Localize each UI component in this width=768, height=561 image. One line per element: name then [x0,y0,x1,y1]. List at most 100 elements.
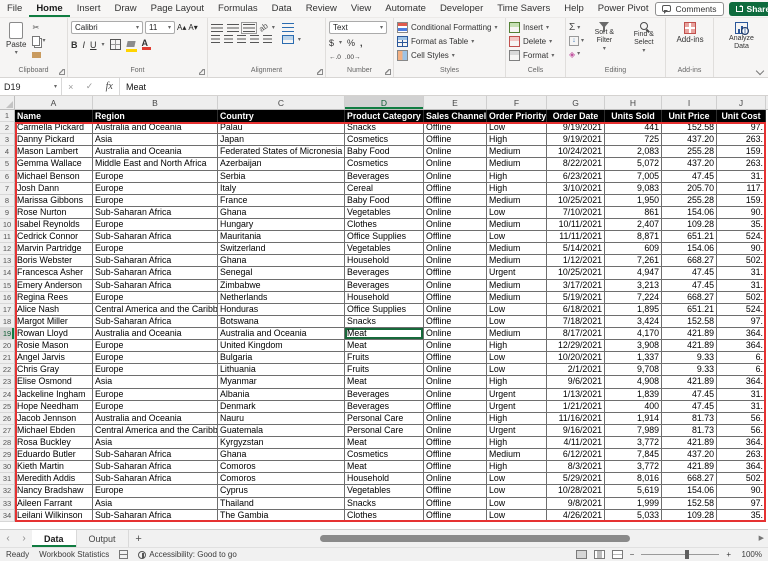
cell[interactable]: 6. [717,364,766,376]
cell[interactable]: 2/1/2021 [547,364,605,376]
align-center-icon[interactable] [224,35,233,43]
row-header-28[interactable]: 28 [0,437,15,449]
cell[interactable]: Elise Osmond [15,376,93,388]
cell[interactable]: Rosie Mason [15,340,93,352]
cell[interactable]: 8/22/2021 [547,158,605,170]
cell[interactable]: Medium [487,280,547,292]
cell[interactable]: Meat [345,328,424,340]
cell[interactable]: Marvin Partridge [15,243,93,255]
cell[interactable]: Baby Food [345,146,424,158]
cell[interactable]: Online [424,340,487,352]
cell[interactable]: 159. [717,195,766,207]
cell[interactable]: 7/18/2021 [547,316,605,328]
cell[interactable]: 81.73 [662,413,717,425]
sheet-tab-data[interactable]: Data [32,530,77,547]
cell[interactable]: 1,337 [605,352,662,364]
cell[interactable]: Gemma Wallace [15,158,93,170]
row-header-14[interactable]: 14 [0,267,15,279]
column-header-J[interactable]: J [717,96,766,109]
row-header-24[interactable]: 24 [0,389,15,401]
column-title[interactable]: Unit Price [662,110,717,122]
ribbon-tab-data[interactable]: Data [265,0,299,17]
cell[interactable]: Meat [345,437,424,449]
cell[interactable]: Online [424,280,487,292]
add-sheet-icon[interactable]: + [129,530,149,547]
cell[interactable]: Europe [93,292,218,304]
column-title[interactable]: Unit Cost [717,110,766,122]
cell[interactable]: 5,619 [605,485,662,497]
cell[interactable]: 263. [717,449,766,461]
cell[interactable]: Rosa Buckley [15,437,93,449]
cell[interactable]: 4/11/2021 [547,437,605,449]
cell[interactable]: Michael Benson [15,171,93,183]
cell[interactable]: 10/24/2021 [547,146,605,158]
cell[interactable]: 524. [717,231,766,243]
cell[interactable]: Offline [424,352,487,364]
cell[interactable]: Asia [93,437,218,449]
cell[interactable]: Sub-Saharan Africa [93,280,218,292]
sheet-view-icon[interactable] [119,550,128,559]
cell[interactable]: Comoros [218,461,345,473]
cell[interactable]: 31. [717,171,766,183]
cell[interactable]: 4,908 [605,376,662,388]
cell[interactable]: 502. [717,255,766,267]
cell[interactable]: 255.28 [662,146,717,158]
cell[interactable]: 1/21/2021 [547,401,605,413]
cell[interactable]: Beverages [345,280,424,292]
cell[interactable]: 609 [605,243,662,255]
zoom-slider-thumb[interactable] [685,550,689,559]
cell[interactable]: Boris Webster [15,255,93,267]
cell[interactable]: Online [424,255,487,267]
cell[interactable]: Urgent [487,389,547,401]
decrease-decimal-button[interactable]: .00→ [345,54,361,61]
cell[interactable]: 3,424 [605,316,662,328]
cell[interactable]: 421.89 [662,376,717,388]
cell[interactable]: Beverages [345,401,424,413]
cell[interactable]: Offline [424,498,487,510]
analyze-data-button[interactable]: AnalyzeData [726,21,757,52]
cell[interactable]: 421.89 [662,328,717,340]
cell[interactable]: Australia and Oceania [218,328,345,340]
cell[interactable]: Japan [218,134,345,146]
cell[interactable]: 651.21 [662,304,717,316]
cell[interactable]: Online [424,304,487,316]
row-header-22[interactable]: 22 [0,364,15,376]
row-header-30[interactable]: 30 [0,461,15,473]
row-header-3[interactable]: 3 [0,134,15,146]
cell[interactable]: Jacob Jennson [15,413,93,425]
font-size-combo[interactable]: 11▾ [145,21,175,34]
cell[interactable]: Personal Care [345,425,424,437]
cell[interactable]: Lithuania [218,364,345,376]
cell[interactable]: 9.33 [662,364,717,376]
cell[interactable]: 7,845 [605,449,662,461]
cell[interactable]: Meat [345,376,424,388]
cell[interactable]: Europe [93,352,218,364]
italic-button[interactable]: I [83,40,86,50]
cell[interactable]: Meat [345,340,424,352]
cell[interactable]: Household [345,255,424,267]
cell[interactable]: Central America and the Caribbean [93,304,218,316]
ribbon-tab-developer[interactable]: Developer [433,0,490,17]
column-title[interactable]: Region [93,110,218,122]
cell[interactable]: 7,005 [605,171,662,183]
cell[interactable]: Urgent [487,267,547,279]
insert-function-icon[interactable]: fx [106,81,113,92]
cell[interactable]: Offline [424,316,487,328]
row-header-27[interactable]: 27 [0,425,15,437]
cell[interactable]: 109.28 [662,219,717,231]
cell[interactable]: Clothes [345,510,424,522]
cell[interactable]: Cedrick Connor [15,231,93,243]
cell[interactable]: Emery Anderson [15,280,93,292]
cell[interactable]: 152.58 [662,316,717,328]
cell[interactable]: 9/19/2021 [547,134,605,146]
cell[interactable]: Low [487,316,547,328]
row-header-32[interactable]: 32 [0,485,15,497]
cell[interactable]: 3/10/2021 [547,183,605,195]
cell[interactable]: 8,016 [605,473,662,485]
cell[interactable]: Offline [424,449,487,461]
comma-style-button[interactable]: , [360,38,363,48]
cell[interactable]: 5,072 [605,158,662,170]
cell[interactable]: Mauritania [218,231,345,243]
cell[interactable]: 109.28 [662,510,717,522]
cell[interactable]: 97. [717,122,766,134]
